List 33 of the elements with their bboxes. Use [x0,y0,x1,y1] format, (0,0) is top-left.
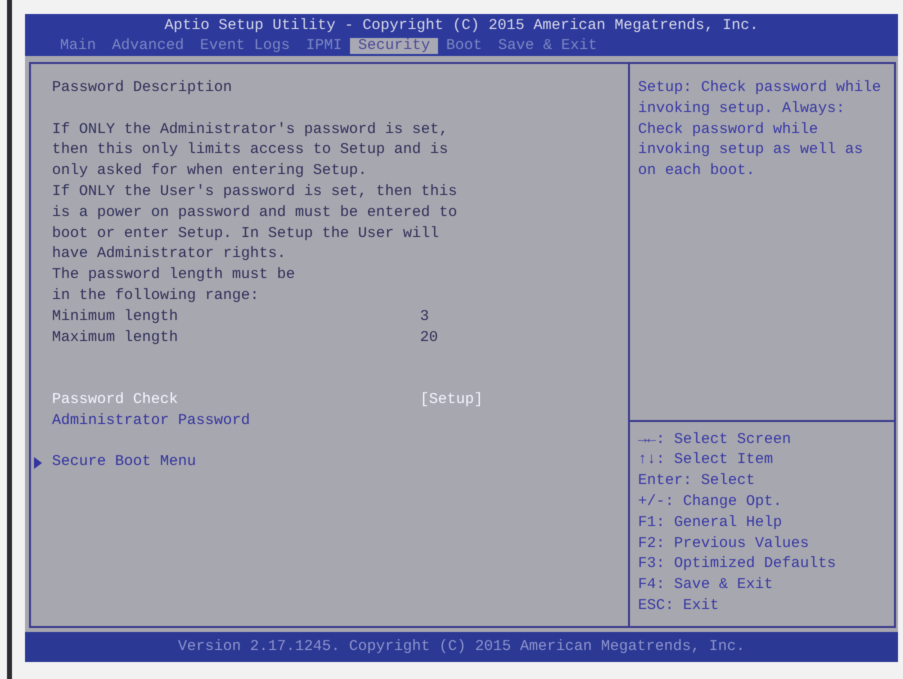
key-hint: F4: Save & Exit [638,575,774,596]
section-heading: Password Description [52,78,234,98]
description-text: If ONLY the Administrator's password is set, then this only limits access to Setup and is only asked for when entering Setup. [52,120,450,182]
help-text: Setup: Check password while invoking setup. Always: Check password while invoking setup as well as on each boot. [638,78,882,182]
menu-item[interactable]: Secure Boot Menu [52,452,196,474]
key-hint: F1: General Help [638,512,784,533]
menu-tab[interactable]: IPMI [298,38,350,54]
key-hint: F3: Optimized Defaults [638,554,838,574]
length-label: Minimum length [52,306,180,327]
length-value: 20 [420,328,440,348]
key-hint: →←: Select Screen [638,430,792,450]
window-title: Aptio Setup Utility - Copyright (C) 2015 American Megatrends, Inc. [163,17,760,35]
menu-tab[interactable]: Save & Exit [490,38,606,54]
description-text: The password length must be [52,265,296,286]
key-hint: +/-: Change Opt. [638,492,784,512]
key-hint: F2: Previous Values [638,534,810,554]
menu-tab[interactable]: Event Logs [192,38,298,54]
key-hint: ↑↓: Select Item [638,450,774,470]
menu-tab[interactable]: Boot [438,38,490,54]
description-text: If ONLY the User's password is set, then this is a power on password and must be entered to boot or enter Setup. In Setup the User will have Administrator rights. [52,182,458,264]
description-text: in the following range: [52,286,260,306]
length-label: Maximum length [52,328,180,348]
key-hint: ESC: Exit [638,596,720,616]
menu-tab[interactable]: Advanced [104,38,192,54]
menu-item[interactable]: Password Check [52,390,420,411]
option-value[interactable]: [Setup] [420,390,484,411]
length-value: 3 [420,306,430,327]
menu-item[interactable]: Administrator Password [52,410,250,432]
arrow-icon [34,456,42,469]
menu-tab[interactable]: Main [52,38,104,54]
key-hint: Enter: Select [638,471,756,492]
version-text: Version 2.17.1245. Copyright (C) 2015 American Megatrends, Inc. [178,636,746,657]
menu-tab[interactable]: Security [350,38,438,54]
